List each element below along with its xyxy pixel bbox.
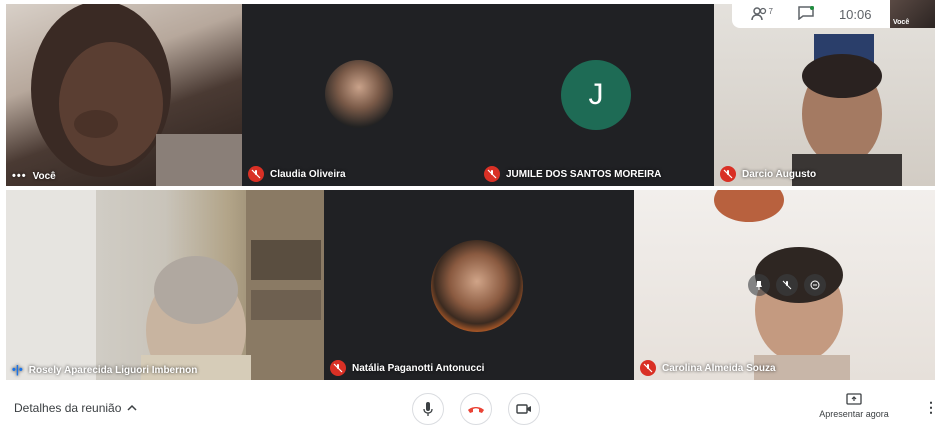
participant-tile-natalia[interactable]: Natália Paganotti Antonucci (324, 190, 634, 380)
clock-time: 10:06 (838, 6, 872, 22)
avatar: J (561, 60, 631, 130)
video-feed-self (31, 4, 242, 186)
participant-name: Rosely Aparecida Liguori Imbernon (28, 364, 198, 376)
chat-icon (798, 5, 814, 20)
participant-tile-claudia[interactable]: Claudia Oliveira (242, 4, 478, 186)
self-preview-label: Você (893, 19, 910, 26)
video-feed-darcio (792, 34, 902, 186)
participant-tile-jumile[interactable]: J JUMILE DOS SANTOS MOREIRA (478, 4, 714, 186)
name-label-rosely: •|• Rosely Aparecida Liguori Imbernon (12, 364, 197, 376)
avatar (325, 60, 393, 128)
tile-hover-controls (748, 274, 826, 296)
mic-off-icon[interactable] (776, 274, 798, 296)
name-label-jumile: JUMILE DOS SANTOS MOREIRA (484, 166, 661, 182)
meeting-details-button[interactable]: Detalhes da reunião (14, 401, 137, 415)
more-options-icon[interactable]: ••• (12, 170, 27, 182)
participant-name: Darcio Augusto (742, 168, 817, 180)
participant-tile-darcio[interactable]: Darcio Augusto (714, 4, 935, 186)
name-label-carolina: Carolina Almeida Souza (640, 360, 776, 376)
participants-count: 7 (768, 7, 773, 16)
people-button[interactable]: 7 (750, 7, 773, 21)
chevron-up-icon (127, 404, 137, 411)
camera-icon (516, 404, 531, 414)
participant-tile-carolina[interactable]: Carolina Almeida Souza (634, 190, 935, 380)
present-icon (846, 393, 862, 405)
name-label-darcio: Darcio Augusto (720, 166, 816, 182)
name-label-self: ••• Você (12, 170, 56, 182)
hangup-icon (468, 407, 484, 413)
camera-button[interactable] (508, 393, 540, 425)
chat-button[interactable] (798, 5, 814, 23)
name-label-natalia: Natália Paganotti Antonucci (330, 360, 484, 376)
participant-tile-self[interactable]: ••• Você (6, 4, 242, 186)
mic-off-icon (330, 360, 346, 376)
people-icon (750, 7, 766, 21)
video-grid: ••• Você Claudia Oliveira J JUMILE DOS S… (0, 0, 935, 383)
participant-name: Carolina Almeida Souza (662, 362, 776, 374)
mic-off-icon (640, 360, 656, 376)
mic-off-icon (484, 166, 500, 182)
meeting-info-pill: 7 10:06 (732, 0, 890, 28)
bottom-control-bar: Detalhes da reunião Apresentar agora ⋮ (0, 383, 935, 427)
mic-off-icon (248, 166, 264, 182)
video-feed-rosely (6, 190, 324, 380)
pin-icon[interactable] (748, 274, 770, 296)
mic-icon (423, 402, 433, 416)
speaking-indicator-icon: •|• (12, 364, 23, 376)
meeting-details-label: Detalhes da reunião (14, 401, 122, 415)
participant-tile-rosely[interactable]: •|• Rosely Aparecida Liguori Imbernon (6, 190, 324, 380)
more-vert-icon[interactable]: ⋮ (924, 399, 935, 416)
name-label-claudia: Claudia Oliveira (248, 166, 346, 182)
avatar (431, 240, 523, 332)
leave-call-button[interactable] (460, 393, 492, 425)
self-preview-thumbnail[interactable]: Você (890, 0, 935, 28)
remove-icon[interactable] (804, 274, 826, 296)
participant-name: JUMILE DOS SANTOS MOREIRA (506, 168, 662, 180)
present-now-label: Apresentar agora (819, 409, 889, 419)
participant-name: Você (32, 170, 56, 182)
present-now-button[interactable]: Apresentar agora (812, 393, 896, 419)
participant-name: Claudia Oliveira (270, 168, 346, 180)
participant-name: Natália Paganotti Antonucci (352, 362, 485, 374)
mic-button[interactable] (412, 393, 444, 425)
mic-off-icon (720, 166, 736, 182)
avatar-letter: J (588, 78, 604, 111)
